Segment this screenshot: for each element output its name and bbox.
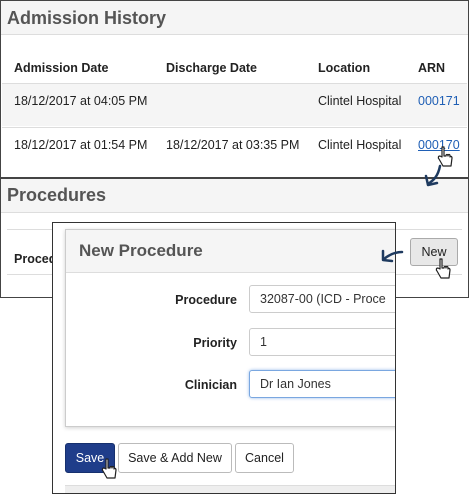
modal-footer-strip xyxy=(65,485,395,493)
clinician-field[interactable]: Dr Ian Jones xyxy=(249,370,395,398)
procedure-label: Procedure xyxy=(175,293,237,307)
row2-location: Clintel Hospital xyxy=(318,138,402,152)
row2-admission: 18/12/2017 at 01:54 PM xyxy=(14,138,148,152)
row-divider xyxy=(2,127,467,128)
new-procedure-modal: New Procedure Procedure 32087-00 (ICD - … xyxy=(52,222,396,494)
col-arn: ARN xyxy=(418,61,446,75)
row2-discharge: 18/12/2017 at 03:35 PM xyxy=(166,138,300,152)
row1-location: Clintel Hospital xyxy=(318,94,402,108)
priority-field[interactable]: 1 xyxy=(249,328,395,356)
priority-label: Priority xyxy=(193,336,237,350)
hand-cursor-icon xyxy=(101,458,117,479)
modal-title: New Procedure xyxy=(66,230,395,273)
save-add-new-button[interactable]: Save & Add New xyxy=(118,443,232,473)
procedure-field[interactable]: 32087-00 (ICD - Proce xyxy=(249,285,395,313)
col-procedure-partial: Proced xyxy=(14,252,57,266)
hand-cursor-icon xyxy=(435,258,451,279)
admission-history-panel: Admission History Admission Date Dischar… xyxy=(0,0,469,178)
admission-history-title: Admission History xyxy=(1,1,468,35)
procedures-title: Procedures xyxy=(1,179,468,213)
cancel-button[interactable]: Cancel xyxy=(235,443,294,473)
row1-admission: 18/12/2017 at 04:05 PM xyxy=(14,94,148,108)
col-admission-date: Admission Date xyxy=(14,61,109,75)
clinician-label: Clinician xyxy=(184,378,237,392)
curved-arrow-icon xyxy=(381,249,404,263)
col-discharge-date: Discharge Date xyxy=(166,61,258,75)
hand-cursor-icon xyxy=(437,146,453,167)
row1-arn-link[interactable]: 000171 xyxy=(418,94,460,108)
col-location: Location xyxy=(318,61,371,75)
